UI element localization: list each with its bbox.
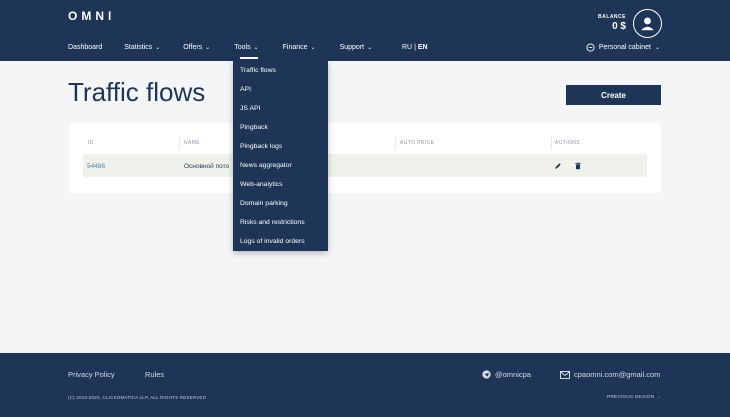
nav-finance[interactable]: Finance ⌄: [283, 44, 316, 51]
nav-tools-label: Tools: [234, 44, 251, 51]
chevron-down-icon: ⌄: [654, 45, 660, 51]
nav-finance-label: Finance: [282, 44, 308, 51]
column-divider: [179, 137, 180, 149]
menu-item-risks-restrictions[interactable]: Risks and restrictions: [240, 219, 305, 226]
page-footer: Privacy Policy Rules @omnicpa cpaomni.co…: [0, 353, 730, 417]
column-header-id[interactable]: ID: [88, 140, 94, 146]
main-nav: Dashboard Statistics ⌄ Offers ⌄ Tools ⌄ …: [68, 44, 372, 51]
cabinet-label: Personal cabinet: [598, 44, 651, 51]
lang-ru[interactable]: RU: [402, 44, 412, 51]
language-switcher[interactable]: RU | EN: [402, 44, 428, 51]
nav-dashboard-label: Dashboard: [68, 44, 103, 51]
chevron-down-icon: ⌄: [205, 45, 211, 51]
previous-design-link[interactable]: PREVIOUS DESIGN →: [607, 395, 661, 400]
delete-trash-icon[interactable]: [574, 162, 582, 170]
tools-dropdown-menu: Traffic flows API JS API Pingback Pingba…: [233, 61, 328, 251]
chevron-down-icon: ⌄: [253, 45, 259, 51]
column-header-auto-price[interactable]: AUTO PRICE: [400, 140, 434, 146]
menu-item-news-aggregator[interactable]: News aggregator: [240, 162, 292, 169]
telegram-handle: @omnicpa: [495, 370, 531, 379]
nav-offers-label: Offers: [183, 44, 203, 51]
nav-support[interactable]: Support ⌄: [340, 44, 373, 51]
page-title: Traffic flows: [68, 77, 206, 107]
menu-item-traffic-flows[interactable]: Traffic flows: [240, 67, 276, 74]
email-contact[interactable]: cpaomni.com@gmail.com: [560, 370, 660, 379]
menu-item-invalid-orders-logs[interactable]: Logs of invalid orders: [240, 238, 305, 245]
row-id[interactable]: 54486: [87, 163, 105, 170]
rules-link[interactable]: Rules: [145, 370, 164, 379]
lang-en[interactable]: EN: [418, 44, 428, 51]
user-avatar[interactable]: [633, 9, 662, 38]
menu-item-pingback-logs[interactable]: Pingback logs: [240, 143, 282, 150]
copyright-text: (C) 2013-2024, CLICKOMATICA LLP, ALL RIG…: [68, 395, 207, 400]
personal-cabinet-menu[interactable]: Personal cabinet ⌄: [586, 43, 660, 52]
telegram-contact[interactable]: @omnicpa: [482, 370, 531, 379]
nav-dashboard[interactable]: Dashboard: [68, 44, 102, 51]
menu-item-js-api[interactable]: JS API: [240, 105, 260, 112]
column-header-name[interactable]: NAME: [184, 140, 200, 146]
privacy-policy-link[interactable]: Privacy Policy: [68, 370, 115, 379]
nav-statistics-label: Statistics: [124, 44, 153, 51]
menu-item-api[interactable]: API: [240, 86, 251, 93]
menu-item-pingback[interactable]: Pingback: [240, 124, 268, 131]
chevron-down-icon: ⌄: [367, 45, 373, 51]
nav-offers[interactable]: Offers ⌄: [183, 44, 210, 51]
balance-value: 0 $: [612, 21, 626, 32]
email-icon: [560, 370, 570, 379]
nav-statistics[interactable]: Statistics ⌄: [124, 44, 160, 51]
menu-item-web-analytics[interactable]: Web-analytics: [240, 181, 283, 188]
top-header: OMNI BALANCE 0 $ Dashboard Statistics ⌄ …: [0, 0, 730, 61]
telegram-icon: [482, 370, 491, 379]
balance-block: BALANCE 0 $: [598, 14, 626, 32]
column-divider: [395, 137, 396, 149]
chevron-down-icon: ⌄: [155, 45, 161, 51]
menu-item-domain-parking[interactable]: Domain parking: [240, 200, 288, 207]
balance-label: BALANCE: [598, 14, 626, 20]
nav-tools[interactable]: Tools ⌄: [234, 44, 258, 51]
nav-support-label: Support: [339, 44, 365, 51]
email-address: cpaomni.com@gmail.com: [574, 370, 661, 379]
flows-table: ID NAME AUTO PRICE ACTIONS 54486 Основно…: [69, 123, 661, 193]
user-icon: [641, 17, 654, 31]
column-header-actions: ACTIONS: [555, 140, 581, 146]
chevron-down-icon: ⌄: [310, 45, 316, 51]
edit-pencil-icon[interactable]: [554, 162, 562, 170]
table-row[interactable]: 54486 Основной пото: [83, 154, 647, 177]
active-nav-indicator: [240, 57, 258, 59]
logout-icon: [586, 43, 595, 52]
create-button[interactable]: Create: [566, 85, 661, 105]
omni-logo[interactable]: OMNI: [68, 9, 115, 23]
row-name[interactable]: Основной пото: [184, 163, 229, 170]
column-divider: [551, 137, 552, 149]
